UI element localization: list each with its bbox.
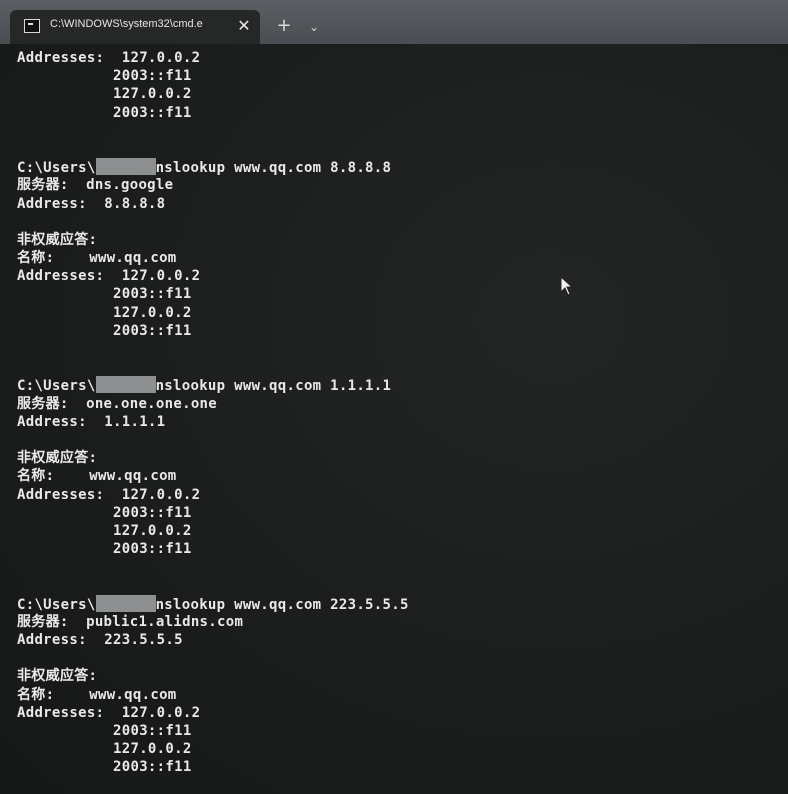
- output-line: Address: 1.1.1.1: [17, 413, 166, 430]
- output-line: 2003::f11: [17, 286, 192, 303]
- command-text: nslookup www.qq.com 8.8.8.8: [155, 160, 392, 177]
- output-line: 名称: www.qq.com: [17, 686, 177, 703]
- output-line: 服务器: dns.google: [17, 177, 174, 194]
- output-line: 非权威应答:: [17, 231, 98, 248]
- prompt-line: C:\Users\ nslookup www.qq.com 8.8.8.8: [17, 158, 409, 176]
- output-line: 127.0.0.2: [17, 522, 192, 539]
- output-line: Addresses: 127.0.0.2: [17, 50, 201, 66]
- command-text: nslookup www.qq.com 223.5.5.5: [155, 596, 409, 613]
- title-bar: C:\WINDOWS\system32\cmd.e ✕ + ⌄: [0, 0, 788, 44]
- output-line: 名称: www.qq.com: [17, 468, 177, 485]
- prompt-path: C:\Users\: [17, 596, 96, 613]
- terminal-output: Addresses: 127.0.0.2 2003::f11 127.0.0.2…: [17, 49, 409, 777]
- output-line: Address: 8.8.8.8: [17, 195, 166, 212]
- output-line: 2003::f11: [17, 541, 192, 558]
- output-line: Addresses: 127.0.0.2: [17, 268, 201, 285]
- output-line: 127.0.0.2: [17, 304, 192, 321]
- terminal-icon: [24, 19, 40, 33]
- output-line: 非权威应答:: [17, 450, 98, 467]
- tab-cmd[interactable]: C:\WINDOWS\system32\cmd.e ✕: [10, 10, 260, 44]
- output-line: 2003::f11: [17, 759, 192, 776]
- console-area[interactable]: Addresses: 127.0.0.2 2003::f11 127.0.0.2…: [0, 44, 788, 794]
- output-line: 服务器: one.one.one.one: [17, 395, 218, 412]
- prompt-path: C:\Users\: [17, 378, 96, 395]
- output-line: Addresses: 127.0.0.2: [17, 704, 201, 721]
- output-line: 名称: www.qq.com: [17, 250, 177, 267]
- tab-title: C:\WINDOWS\system32\cmd.e: [50, 18, 203, 30]
- output-line: 2003::f11: [17, 68, 192, 85]
- output-line: Addresses: 127.0.0.2: [17, 486, 201, 503]
- close-icon[interactable]: ✕: [234, 16, 254, 36]
- redacted-username: [95, 158, 156, 176]
- output-line: Address: 223.5.5.5: [17, 632, 183, 648]
- prompt-path: C:\Users\: [17, 160, 96, 177]
- redacted-username: [95, 376, 156, 394]
- screen: C:\WINDOWS\system32\cmd.e ✕ + ⌄ Addresse…: [0, 0, 788, 794]
- command-text: nslookup www.qq.com 1.1.1.1: [155, 378, 392, 395]
- prompt-line: C:\Users\ nslookup www.qq.com 223.5.5.5: [17, 594, 409, 613]
- output-line: 127.0.0.2: [17, 741, 192, 758]
- output-line: 2003::f11: [17, 104, 192, 121]
- output-line: 2003::f11: [17, 722, 192, 739]
- output-line: 2003::f11: [17, 504, 192, 521]
- output-line: 服务器: public1.alidns.com: [17, 613, 244, 630]
- chevron-down-icon[interactable]: ⌄: [302, 15, 326, 39]
- prompt-line: C:\Users\ nslookup www.qq.com 1.1.1.1: [17, 376, 409, 394]
- output-line: 非权威应答:: [17, 668, 98, 685]
- output-line: 2003::f11: [17, 322, 192, 339]
- output-line: 127.0.0.2: [17, 86, 192, 103]
- redacted-username: [95, 594, 156, 612]
- new-tab-button[interactable]: +: [272, 15, 296, 39]
